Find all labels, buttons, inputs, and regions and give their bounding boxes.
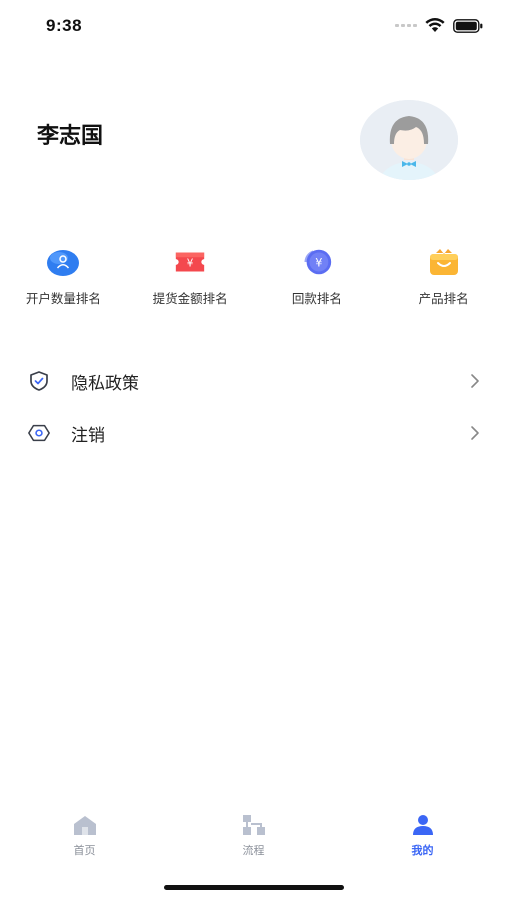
chevron-right-icon bbox=[471, 374, 479, 388]
tab-home[interactable]: 首页 bbox=[0, 812, 169, 872]
cellular-signal-icon bbox=[395, 24, 417, 27]
tab-flow[interactable]: 流程 bbox=[169, 812, 338, 872]
settings-menu: 隐私政策 注销 bbox=[0, 355, 507, 459]
profile-header: 李志国 bbox=[0, 100, 507, 184]
status-time: 9:38 bbox=[46, 16, 83, 35]
coin-yen-icon: ¥ bbox=[300, 246, 334, 278]
svg-text:¥: ¥ bbox=[315, 256, 322, 270]
avatar-illustration-icon bbox=[360, 100, 458, 180]
eye-hexagon-icon bbox=[27, 421, 51, 445]
chevron-right-icon bbox=[471, 426, 479, 440]
quick-action-label: 开户数量排名 bbox=[25, 291, 101, 306]
home-indicator[interactable] bbox=[164, 885, 344, 890]
tab-label: 首页 bbox=[73, 844, 96, 857]
status-indicators bbox=[395, 18, 483, 33]
battery-icon bbox=[453, 18, 483, 33]
svg-text:¥: ¥ bbox=[187, 258, 194, 270]
user-rank-icon bbox=[46, 246, 80, 278]
tab-label: 我的 bbox=[411, 844, 434, 857]
home-icon bbox=[71, 812, 99, 838]
user-name: 李志国 bbox=[37, 124, 104, 149]
quick-action-payment-ranking[interactable]: ¥ 回款排名 bbox=[254, 246, 381, 310]
ticket-yen-icon: ¥ bbox=[173, 246, 207, 278]
quick-action-label: 产品排名 bbox=[418, 291, 469, 306]
tab-label: 流程 bbox=[242, 844, 265, 857]
quick-action-product-ranking[interactable]: 产品排名 bbox=[380, 246, 507, 310]
menu-item-label: 注销 bbox=[71, 425, 105, 446]
menu-item-deregister[interactable]: 注销 bbox=[0, 407, 507, 459]
quick-action-label: 回款排名 bbox=[291, 291, 342, 306]
quick-action-label: 提货金额排名 bbox=[152, 291, 228, 306]
quick-action-account-ranking[interactable]: 开户数量排名 bbox=[0, 246, 127, 310]
flow-icon bbox=[240, 812, 268, 838]
menu-item-label: 隐私政策 bbox=[71, 373, 139, 394]
quick-actions: 开户数量排名 ¥ 提货金额排名 ¥ 回款排名 产品排名 bbox=[0, 246, 507, 310]
shield-check-icon bbox=[27, 369, 51, 393]
wifi-icon bbox=[425, 18, 445, 32]
gift-box-icon bbox=[427, 246, 461, 278]
status-bar: 9:38 bbox=[0, 0, 507, 54]
tab-mine[interactable]: 我的 bbox=[338, 812, 507, 872]
bottom-tab-bar: 首页 流程 我的 bbox=[0, 812, 507, 872]
quick-action-pickup-amount-ranking[interactable]: ¥ 提货金额排名 bbox=[127, 246, 254, 310]
menu-item-privacy-policy[interactable]: 隐私政策 bbox=[0, 355, 507, 407]
person-icon bbox=[409, 812, 437, 838]
avatar[interactable] bbox=[360, 100, 458, 180]
